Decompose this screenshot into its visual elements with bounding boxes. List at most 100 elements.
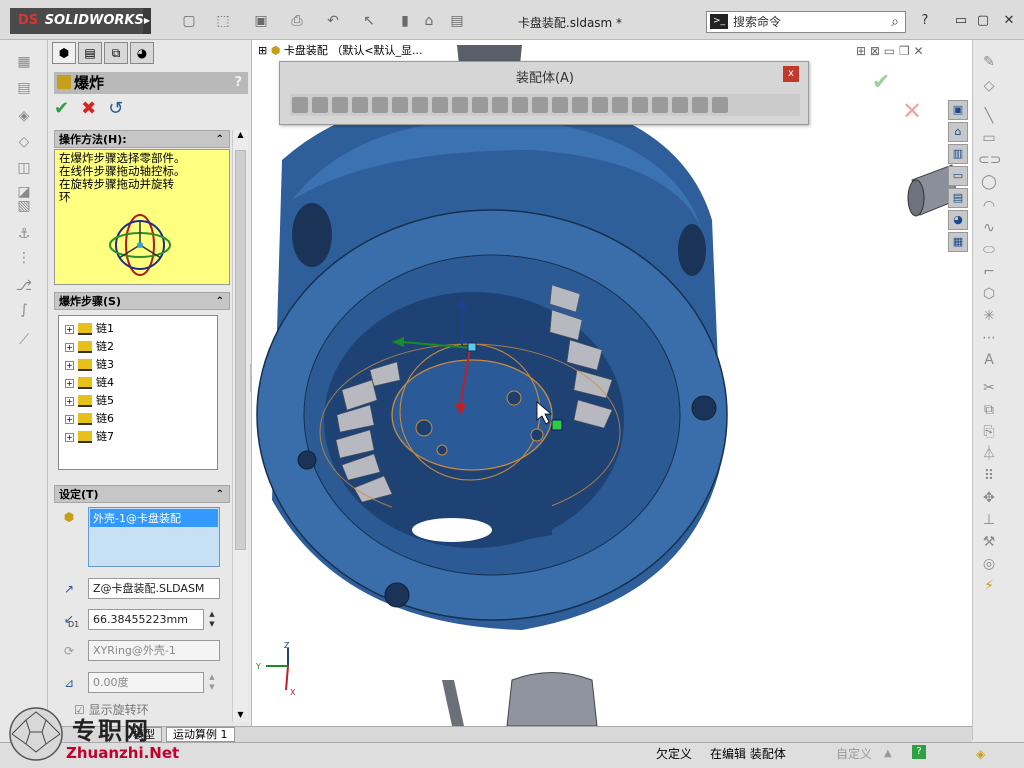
pm-help-button[interactable]: ? bbox=[234, 72, 242, 94]
minimize-button[interactable]: ▭ bbox=[952, 12, 970, 30]
file-explorer-icon[interactable]: ▭ bbox=[948, 166, 968, 186]
text-icon[interactable]: A bbox=[978, 350, 1000, 370]
point-icon[interactable]: ✳ bbox=[978, 306, 1000, 326]
explode-step-item[interactable]: + 链2 bbox=[59, 338, 217, 356]
viewport-menu-icon[interactable]: ⊞ bbox=[856, 44, 866, 58]
expand-icon[interactable]: + bbox=[65, 414, 74, 424]
polygon-icon[interactable]: ⬡ bbox=[978, 284, 1000, 304]
selected-component-item[interactable]: 外壳-1@卡盘装配 bbox=[90, 509, 218, 527]
viewport-menu2-icon[interactable]: ⊠ bbox=[870, 44, 880, 58]
expand-icon[interactable]: ⊞ bbox=[258, 44, 267, 57]
reference-geometry-icon[interactable] bbox=[452, 97, 468, 113]
assembly-features-icon[interactable] bbox=[432, 97, 448, 113]
large-assembly-icon[interactable] bbox=[672, 97, 688, 113]
viewport-minimize-icon[interactable]: ▭ bbox=[884, 44, 895, 58]
relations-icon[interactable]: ⊥ bbox=[978, 510, 1000, 530]
rapid-sketch-icon[interactable]: ⚡ bbox=[978, 576, 1000, 596]
custom-properties-icon[interactable]: ▦ bbox=[948, 232, 968, 252]
smart-fastener-icon[interactable] bbox=[352, 97, 368, 113]
expand-icon[interactable]: + bbox=[65, 378, 74, 388]
maximize-button[interactable]: ▢ bbox=[974, 12, 992, 30]
status-units[interactable]: 自定义 bbox=[836, 744, 872, 764]
save-icon[interactable]: ▣ bbox=[252, 12, 270, 30]
assembly-visualization-icon[interactable] bbox=[632, 97, 648, 113]
new-document-icon[interactable]: ▢ bbox=[180, 12, 198, 30]
new-motion-study-icon[interactable]: ⋮ bbox=[14, 248, 34, 268]
confirm-corner-cancel-icon[interactable]: ✕ bbox=[902, 97, 922, 125]
convert-entities-icon[interactable]: ⎘ bbox=[978, 422, 1000, 442]
pm-scrollbar[interactable]: ▲ ▼ bbox=[232, 130, 248, 722]
expand-icon[interactable]: + bbox=[65, 324, 74, 334]
howto-group-header[interactable]: 操作方法(H): ⌃ bbox=[54, 130, 230, 148]
search-icon[interactable]: ⌕ bbox=[891, 12, 899, 32]
tab-motion-study-1[interactable]: 运动算例 1 bbox=[166, 727, 235, 742]
circle-icon[interactable]: ◯ bbox=[978, 172, 1000, 192]
angle-spinner-icon[interactable]: ▲ ▼ bbox=[205, 672, 219, 693]
assembly-features-icon[interactable]: ▧ bbox=[14, 196, 34, 216]
interference-icon[interactable] bbox=[552, 97, 568, 113]
instant3d-icon[interactable]: ⟋ bbox=[14, 330, 34, 350]
selected-components-list[interactable]: 外壳-1@卡盘装配 bbox=[88, 507, 220, 567]
explode-line-icon[interactable] bbox=[532, 97, 548, 113]
new-motion-study-icon[interactable] bbox=[472, 97, 488, 113]
display-manager-tab-icon[interactable]: ◕ bbox=[130, 42, 154, 64]
units-arrow-icon[interactable]: ▲ bbox=[884, 744, 892, 764]
property-manager-tab-icon[interactable]: ▤ bbox=[78, 42, 102, 64]
move-entities-icon[interactable]: ✥ bbox=[978, 488, 1000, 508]
confirm-corner-ok-icon[interactable]: ✔ bbox=[872, 70, 890, 95]
collapse-icon[interactable]: ⌃ bbox=[216, 293, 224, 311]
settings-group-header[interactable]: 设定(T) ⌃ bbox=[54, 485, 230, 503]
speedpak-icon[interactable] bbox=[692, 97, 708, 113]
chuck-assembly-model[interactable] bbox=[252, 40, 972, 726]
fillet-icon[interactable]: ⌐ bbox=[978, 262, 1000, 282]
file-properties-icon[interactable]: ⌂ bbox=[420, 12, 438, 30]
line-icon[interactable]: ╲ bbox=[978, 106, 1000, 126]
mate-icon[interactable] bbox=[312, 97, 328, 113]
viewport-restore-icon[interactable]: ❐ bbox=[899, 44, 910, 58]
smart-fasteners-icon[interactable]: ◇ bbox=[14, 132, 34, 152]
exploded-view-icon[interactable] bbox=[512, 97, 528, 113]
explode-step-item[interactable]: + 链5 bbox=[59, 392, 217, 410]
arc-icon[interactable]: ◠ bbox=[978, 196, 1000, 216]
rectangle-icon[interactable]: ▭ bbox=[978, 128, 1000, 148]
logo-menu-arrow-icon[interactable]: ▶ bbox=[143, 8, 151, 34]
insert-component-icon[interactable]: ▦ bbox=[14, 52, 34, 72]
undo-icon[interactable]: ↺ bbox=[108, 98, 123, 119]
feature-tree-root[interactable]: ⊞ ⬢ 卡盘装配 （默认<默认_显... bbox=[258, 42, 423, 58]
viewport-close-icon[interactable]: ✕ bbox=[914, 44, 924, 58]
feature-manager-tab-icon[interactable]: ⬢ bbox=[52, 42, 76, 64]
hole-alignment-icon[interactable] bbox=[592, 97, 608, 113]
graphics-viewport[interactable] bbox=[252, 40, 972, 726]
x-icon[interactable]: ✖ bbox=[81, 98, 96, 119]
spline-icon[interactable]: ∿ bbox=[978, 218, 1000, 238]
linear-pattern-sketch-icon[interactable]: ⠿ bbox=[978, 466, 1000, 486]
rotation-axis-field[interactable]: XYRing@外壳-1 bbox=[88, 640, 220, 661]
quick-snaps-icon[interactable]: ◎ bbox=[978, 554, 1000, 574]
open-icon[interactable]: ⬚ bbox=[214, 12, 232, 30]
scroll-down-icon[interactable]: ▼ bbox=[233, 710, 248, 722]
sketch-icon[interactable]: ✎ bbox=[978, 52, 1000, 72]
scroll-up-icon[interactable]: ▲ bbox=[233, 130, 248, 142]
explode-step-item[interactable]: + 链3 bbox=[59, 356, 217, 374]
move-component-icon[interactable] bbox=[372, 97, 388, 113]
mate-icon[interactable]: ▤ bbox=[14, 78, 34, 98]
explode-direction-field[interactable]: Z@卡盘装配.SLDASM bbox=[88, 578, 220, 599]
expand-icon[interactable]: + bbox=[65, 432, 74, 442]
collapse-icon[interactable]: ⌃ bbox=[216, 486, 224, 504]
home-icon[interactable]: ⌂ bbox=[948, 122, 968, 142]
rotate-component-icon[interactable] bbox=[392, 97, 408, 113]
floating-toolbar-close-button[interactable]: x bbox=[783, 66, 799, 82]
linear-pattern-icon[interactable] bbox=[332, 97, 348, 113]
reference-geometry-icon[interactable]: ⚓ bbox=[14, 224, 34, 244]
expand-icon[interactable]: + bbox=[65, 342, 74, 352]
search-commands-input[interactable]: >_ 搜索命令 ⌕ bbox=[706, 11, 906, 33]
solidworks-logo[interactable]: DS SOLIDWORKS bbox=[10, 8, 148, 34]
snapshot-icon[interactable] bbox=[712, 97, 728, 113]
collapse-icon[interactable]: ⌃ bbox=[216, 131, 224, 149]
ellipse-icon[interactable]: ⬭ bbox=[978, 240, 1000, 260]
explode-steps-group-header[interactable]: 爆炸步骤(S) ⌃ bbox=[54, 292, 230, 310]
mirror-icon[interactable]: ⏃ bbox=[978, 444, 1000, 464]
explode-step-item[interactable]: + 链6 bbox=[59, 410, 217, 428]
rotation-angle-field[interactable]: 0.00度 bbox=[88, 672, 204, 693]
insert-component-icon[interactable] bbox=[292, 97, 308, 113]
